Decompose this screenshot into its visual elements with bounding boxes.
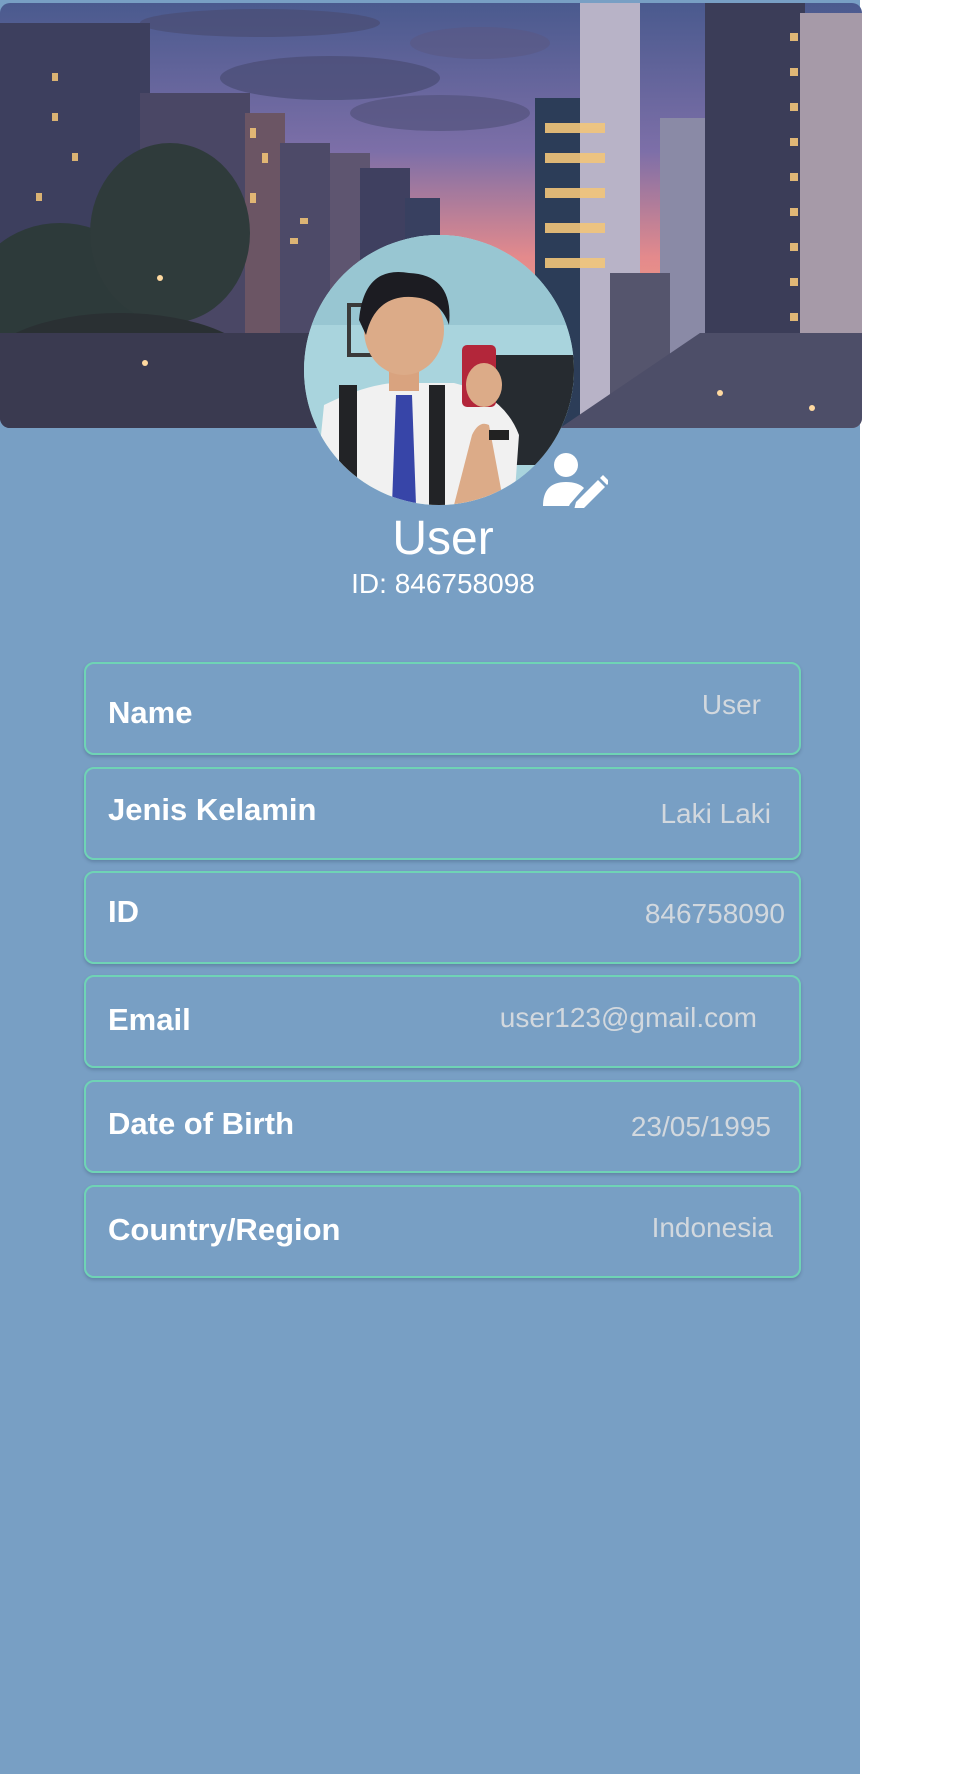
name-row[interactable]: Name User — [84, 662, 801, 755]
dob-value: 23/05/1995 — [630, 1111, 771, 1142]
email-label: Email — [108, 1002, 191, 1037]
dob-label: Date of Birth — [108, 1106, 294, 1141]
profile-display-name: User — [392, 512, 494, 565]
country-row[interactable]: Country/Region Indonesia — [84, 1185, 801, 1278]
country-value: Indonesia — [651, 1212, 773, 1243]
country-label: Country/Region — [108, 1212, 341, 1247]
email-row[interactable]: Email user123@gmail.com — [84, 975, 801, 1068]
email-value: user123@gmail.com — [499, 1002, 757, 1033]
profile-screen: User ID: 846758098 Name User Jenis Kelam… — [0, 0, 862, 1774]
name-label: Name — [108, 695, 193, 730]
gender-label: Jenis Kelamin — [108, 792, 317, 827]
id-row[interactable]: ID 846758090 — [84, 871, 801, 964]
id-value: 846758090 — [644, 898, 785, 929]
avatar — [304, 235, 574, 505]
name-value: User — [701, 689, 761, 720]
profile-id-text: ID: 846758098 — [351, 568, 535, 599]
id-label: ID — [108, 894, 139, 929]
dob-row[interactable]: Date of Birth 23/05/1995 — [84, 1080, 801, 1173]
gender-value: Laki Laki — [660, 798, 771, 829]
user-edit-icon[interactable] — [540, 450, 608, 508]
gender-row[interactable]: Jenis Kelamin Laki Laki — [84, 767, 801, 860]
